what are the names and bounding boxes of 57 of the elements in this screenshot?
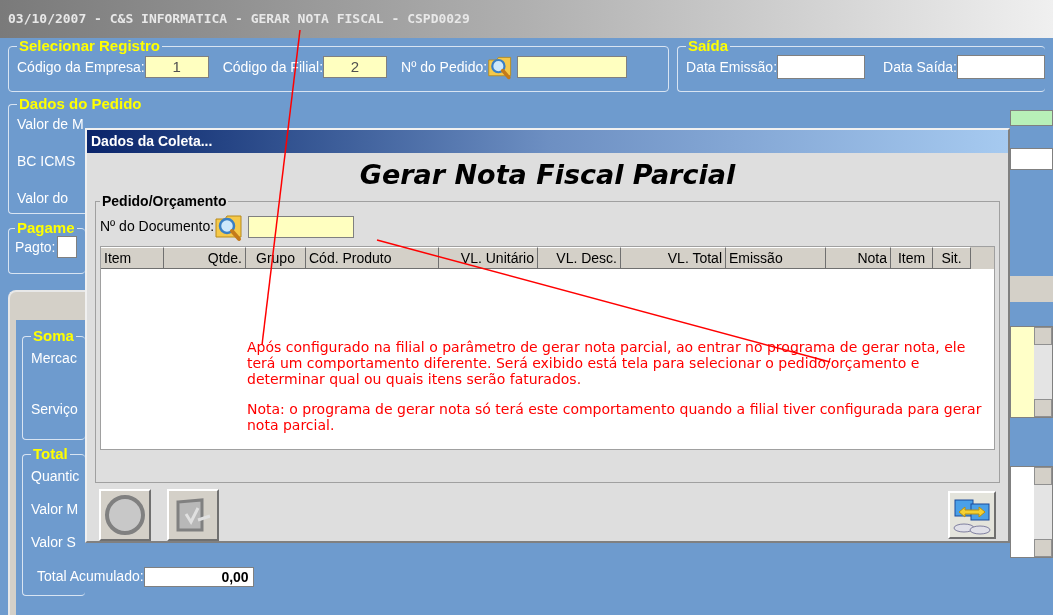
dialog-heading: Gerar Nota Fiscal Parcial (359, 158, 736, 191)
field-label: Serviço (31, 400, 79, 419)
input-field[interactable] (957, 55, 1045, 79)
field-label: Total Acumulado: (37, 567, 144, 586)
input-field[interactable] (517, 56, 628, 78)
column-header[interactable]: Sit. (933, 246, 971, 269)
transfer-button[interactable] (948, 491, 996, 539)
input-field[interactable]: 2 (323, 56, 388, 78)
input-field[interactable]: 1 (144, 56, 209, 78)
column-header[interactable]: VL. Desc. (538, 246, 621, 269)
field-label: Mercac (31, 349, 78, 368)
input-field: 0,00 (143, 566, 254, 587)
dialog-title: Dados da Coleta... (91, 131, 213, 151)
field-label: Valor S (31, 533, 77, 552)
input-field[interactable] (57, 236, 78, 258)
scroll-down-button[interactable] (1034, 539, 1052, 557)
field-label: Data Saída: (883, 57, 957, 77)
scroll-down-button[interactable] (1034, 399, 1052, 417)
scrollbar[interactable] (1034, 327, 1052, 417)
field-label: Valor de M (17, 115, 85, 134)
column-header[interactable]: Qtde. (164, 246, 246, 269)
input-field[interactable] (248, 215, 355, 238)
input-field[interactable] (1010, 110, 1053, 126)
action-button[interactable] (167, 489, 219, 541)
field-label: Nº do Documento: (100, 217, 215, 237)
column-header[interactable]: VL. Total (621, 246, 726, 269)
field-label: Nº do Pedido: (401, 57, 488, 77)
action-button[interactable] (99, 489, 151, 541)
field-label: Valor M (31, 500, 80, 519)
field-label: Pagto: (15, 237, 56, 257)
group-title: Total (32, 446, 69, 462)
field-label: BC ICMS (17, 152, 77, 171)
annotation-text: Nota: o programa de gerar nota só terá este comportamento quando a filial tiver configurada para gerar nota parcial. (247, 400, 983, 433)
group-title: Soma (32, 328, 75, 344)
input-field[interactable] (777, 55, 866, 79)
scroll-up-button[interactable] (1034, 467, 1052, 485)
circle-icon (104, 494, 146, 536)
column-header[interactable]: Cód. Produto (306, 246, 439, 269)
group-title: Pedido/Orçamento (101, 191, 228, 211)
scrollbar[interactable] (1034, 467, 1052, 557)
field-label: Quantic (31, 467, 81, 486)
field-label: Código da Empresa: (17, 57, 145, 77)
group-title: Saída (687, 38, 730, 54)
group-title: Pagame (16, 220, 76, 236)
column-header[interactable]: Nota (826, 246, 891, 269)
scroll-up-button[interactable] (1034, 327, 1052, 345)
annotation-text: Após configurado na filial o parâmetro de gerar nota parcial, ao entrar no programa de gerar nota, ele terá um comportamento diferente. Será exibido está tela para selecionar o pedido/orçamento e determinar qual ou quais itens serão faturados. (247, 338, 967, 387)
tab-strip (1010, 276, 1053, 302)
column-header[interactable]: Item (101, 246, 164, 269)
column-header[interactable]: Emissão (726, 246, 826, 269)
input-field[interactable] (1010, 148, 1053, 170)
field-label: Data Emissão: (686, 57, 778, 77)
column-header[interactable]: Item (891, 246, 933, 269)
window-title: 03/10/2007 - C&S INFORMATICA - GERAR NOTA FISCAL - CSPD0029 (8, 10, 470, 29)
column-header[interactable]: VL. Unitário (439, 246, 538, 269)
group-title: Dados do Pedido (18, 96, 143, 112)
group-title: Selecionar Registro (18, 38, 161, 54)
